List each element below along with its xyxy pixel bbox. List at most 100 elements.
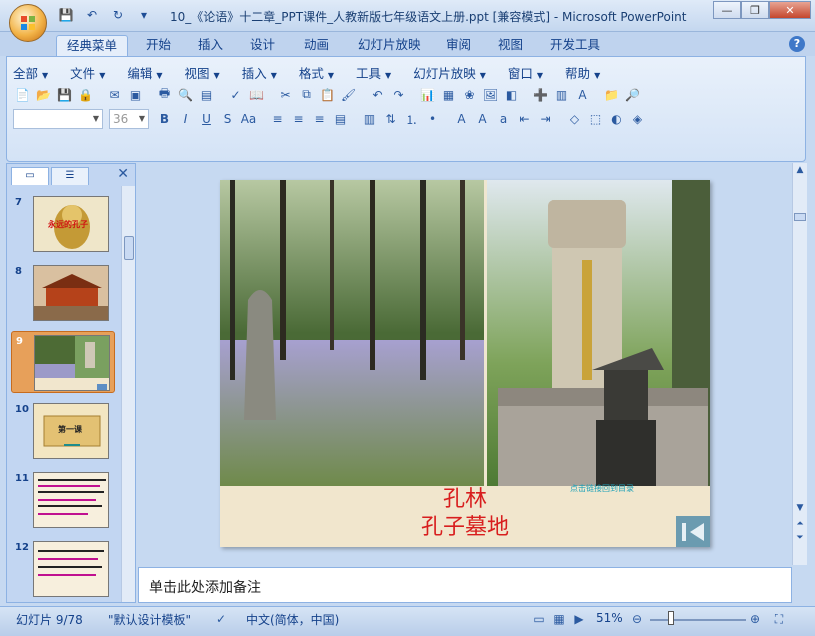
font-name-combo[interactable]: ▼ <box>13 109 103 129</box>
tab-home[interactable]: 开始 <box>136 35 181 56</box>
close-pane-icon[interactable]: ✕ <box>117 166 129 182</box>
tab-insert[interactable]: 插入 <box>188 35 233 56</box>
quick-styles-icon[interactable]: ◐ <box>607 110 626 129</box>
menu-edit[interactable]: 编辑 ▼ <box>127 63 162 82</box>
menu-format[interactable]: 格式 ▼ <box>299 63 334 82</box>
redo-icon[interactable]: ↻ <box>108 6 128 24</box>
menu-help[interactable]: 帮助 ▼ <box>565 63 600 82</box>
shrink-font-icon[interactable]: a <box>494 110 513 129</box>
layout-icon[interactable]: ▤ <box>197 85 216 104</box>
clipart-icon[interactable]: ❀ <box>460 85 479 104</box>
close-button[interactable]: ✕ <box>769 1 811 19</box>
tab-slides[interactable]: ▭ <box>11 167 49 185</box>
current-slide[interactable]: 孔林 孔子墓地 点击链接回到目录 <box>220 180 710 547</box>
align-right-icon[interactable]: ≡ <box>310 110 329 129</box>
scroll-thumb[interactable] <box>124 236 134 260</box>
numbering-icon[interactable]: ⒈ <box>402 110 421 129</box>
slideshow-icon[interactable]: ▶ <box>570 610 588 628</box>
format-painter-icon[interactable]: 🖌 <box>339 85 358 104</box>
slide-thumb[interactable]: 11 <box>11 469 115 531</box>
undo-icon[interactable]: ↶ <box>82 6 102 24</box>
slide-scrollbar[interactable]: ▲ ▼ ⏶ ⏷ <box>792 163 807 565</box>
copy-icon[interactable]: ⧉ <box>297 85 316 104</box>
office-button[interactable] <box>9 4 47 42</box>
email-icon[interactable]: ✉ <box>105 85 124 104</box>
cut-icon[interactable]: ✂ <box>276 85 295 104</box>
align-left-icon[interactable]: ≡ <box>268 110 287 129</box>
case-icon[interactable]: Aa <box>239 110 258 129</box>
indent-icon[interactable]: ⇤ <box>515 110 534 129</box>
help-icon[interactable]: ? <box>789 36 805 52</box>
slide-thumb[interactable]: 10 第一课 <box>11 400 115 462</box>
tab-outline[interactable]: ☰ <box>51 167 89 185</box>
pdf-icon[interactable]: ▣ <box>126 85 145 104</box>
research-icon[interactable]: 📖 <box>247 85 266 104</box>
chart-icon[interactable]: 📊 <box>418 85 437 104</box>
scroll-thumb[interactable] <box>794 213 806 221</box>
slide-thumb[interactable]: 8 <box>11 262 115 324</box>
folder-icon[interactable]: 📁 <box>602 85 621 104</box>
bold-icon[interactable]: B <box>155 110 174 129</box>
spellcheck-icon[interactable]: ✓ <box>212 610 230 628</box>
slide-thumb[interactable]: 12 <box>11 538 115 600</box>
justify-icon[interactable]: ▤ <box>331 110 350 129</box>
menu-all[interactable]: 全部 ▼ <box>13 63 48 82</box>
minimize-button[interactable]: — <box>713 1 741 19</box>
zoom-out-icon[interactable]: ⊖ <box>628 610 646 628</box>
print-preview-icon[interactable]: 🔍 <box>176 85 195 104</box>
menu-insert[interactable]: 插入 ▼ <box>242 63 277 82</box>
tab-animation[interactable]: 动画 <box>294 35 339 56</box>
new-slide-icon[interactable]: ➕ <box>531 85 550 104</box>
zoom-slider-knob[interactable] <box>668 611 674 625</box>
save-icon[interactable]: 💾 <box>55 85 74 104</box>
undo-icon[interactable]: ↶ <box>368 85 387 104</box>
menu-view[interactable]: 视图 ▼ <box>185 63 220 82</box>
previous-slide-icon[interactable]: ⏶ <box>794 519 806 529</box>
slide-thumb[interactable]: 7 永远的孔子 <box>11 193 115 255</box>
paste-icon[interactable]: 📋 <box>318 85 337 104</box>
new-icon[interactable]: 📄 <box>13 85 32 104</box>
grow-font-icon[interactable]: A <box>473 110 492 129</box>
spelling-icon[interactable]: ✓ <box>226 85 245 104</box>
fill-icon[interactable]: ◈ <box>628 110 647 129</box>
outdent-icon[interactable]: ⇥ <box>536 110 555 129</box>
find-icon[interactable]: 🔎 <box>623 85 642 104</box>
menu-window[interactable]: 窗口 ▼ <box>508 63 543 82</box>
tab-developer[interactable]: 开发工具 <box>540 35 610 56</box>
tab-slideshow[interactable]: 幻灯片放映 <box>348 35 431 56</box>
tab-review[interactable]: 审阅 <box>436 35 481 56</box>
zoom-slider[interactable] <box>650 619 746 621</box>
slide-link-text[interactable]: 点击链接回到目录 <box>570 483 634 494</box>
back-to-toc-button[interactable] <box>676 516 710 547</box>
slide-layout-icon[interactable]: ▥ <box>552 85 571 104</box>
next-slide-icon[interactable]: ⏷ <box>794 533 806 543</box>
color-icon[interactable]: ◧ <box>502 85 521 104</box>
align-center-icon[interactable]: ≡ <box>289 110 308 129</box>
thumbnails-scrollbar[interactable] <box>121 186 135 602</box>
text-direction-icon[interactable]: ⇅ <box>381 110 400 129</box>
notes-pane[interactable]: 单击此处添加备注 <box>138 567 792 603</box>
columns-icon[interactable]: ▥ <box>360 110 379 129</box>
zoom-in-icon[interactable]: ⊕ <box>746 610 764 628</box>
permission-icon[interactable]: 🔒 <box>76 85 95 104</box>
fit-window-icon[interactable]: ⛶ <box>770 610 788 628</box>
print-icon[interactable]: 🖶 <box>155 85 174 104</box>
tab-design[interactable]: 设计 <box>240 35 285 56</box>
scroll-up-icon[interactable]: ▲ <box>794 165 806 175</box>
slide-sorter-icon[interactable]: ▦ <box>550 610 568 628</box>
customize-icon[interactable]: ▾ <box>134 6 154 24</box>
underline-icon[interactable]: U <box>197 110 216 129</box>
picture-icon[interactable]: 🖼 <box>481 85 500 104</box>
bullets-icon[interactable]: • <box>423 110 442 129</box>
tab-classic-menu[interactable]: 经典菜单 <box>56 35 129 56</box>
font-size-combo[interactable]: 36 ▼ <box>109 109 149 129</box>
textbox-icon[interactable]: A <box>573 85 592 104</box>
table-icon[interactable]: ▦ <box>439 85 458 104</box>
italic-icon[interactable]: I <box>176 110 195 129</box>
menu-file[interactable]: 文件 ▼ <box>70 63 105 82</box>
strikethrough-icon[interactable]: S <box>218 110 237 129</box>
font-color-icon[interactable]: A <box>452 110 471 129</box>
normal-view-icon[interactable]: ▭ <box>530 610 548 628</box>
open-icon[interactable]: 📂 <box>34 85 53 104</box>
arrange-icon[interactable]: ⬚ <box>586 110 605 129</box>
